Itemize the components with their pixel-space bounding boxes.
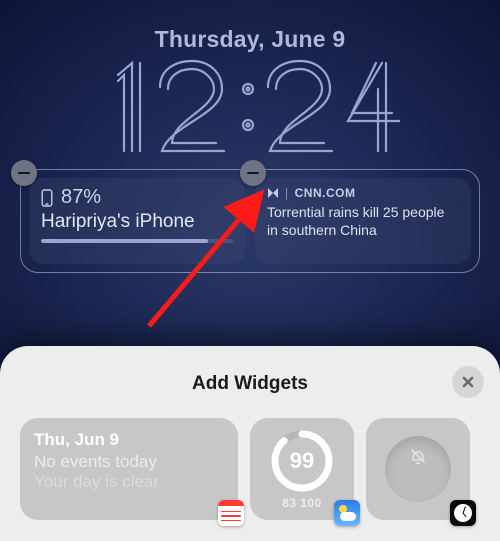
calendar-app-icon (218, 500, 244, 526)
close-button[interactable] (452, 366, 484, 398)
bell-slash-icon (408, 446, 428, 471)
news-widget[interactable]: | CNN.COM Torrential rains kill 25 peopl… (255, 178, 471, 264)
news-headline: Torrential rains kill 25 people in south… (267, 204, 459, 239)
battery-percent: 87% (61, 186, 101, 209)
focus-ring (385, 436, 451, 502)
news-source: CNN.COM (295, 186, 356, 200)
calendar-tile-date: Thu, Jun 9 (34, 430, 224, 450)
sheet-title: Add Widgets (16, 364, 484, 404)
lockscreen-widget-row[interactable]: 87% Haripriya's iPhone | CNN.COM Torrent… (20, 169, 480, 273)
add-widgets-sheet[interactable]: Add Widgets Thu, Jun 9 No events today Y… (0, 346, 500, 541)
remove-widget-button[interactable] (240, 160, 266, 186)
calendar-widget-tile[interactable]: Thu, Jun 9 No events today Your day is c… (20, 418, 238, 520)
clock-widget-tile[interactable] (366, 418, 470, 520)
clock-app-icon (450, 500, 476, 526)
aqi-widget-tile[interactable]: 99 83 100 (250, 418, 354, 520)
remove-widget-button[interactable] (11, 160, 37, 186)
phone-icon (41, 189, 53, 207)
aqi-range: 83 100 (282, 496, 322, 510)
calendar-tile-line1: No events today (34, 452, 224, 472)
calendar-tile-line2: Your day is clear (34, 472, 224, 492)
aqi-ring: 99 (269, 428, 335, 494)
aqi-value: 99 (269, 428, 335, 494)
battery-widget[interactable]: 87% Haripriya's iPhone (29, 178, 245, 264)
news-separator: | (285, 186, 289, 200)
applenews-icon (267, 187, 279, 199)
widget-carousel[interactable]: Thu, Jun 9 No events today Your day is c… (16, 418, 484, 520)
battery-progress (41, 239, 233, 243)
weather-app-icon (334, 500, 360, 526)
lockscreen-clock[interactable] (0, 49, 500, 165)
battery-device-name: Haripriya's iPhone (41, 211, 233, 233)
lockscreen-date: Thursday, June 9 (0, 0, 500, 53)
